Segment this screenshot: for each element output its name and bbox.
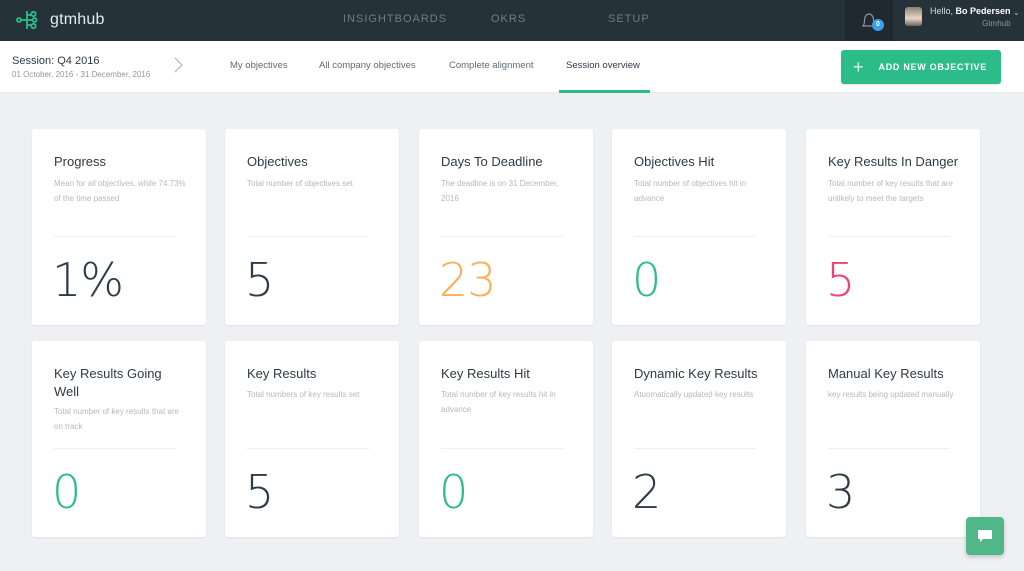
card-divider (828, 236, 950, 237)
card-key-results-hit[interactable]: Key Results Hit Total number of key resu… (419, 341, 593, 537)
card-title: Objectives (247, 154, 308, 169)
session-dates: 01 October, 2016 - 31 December, 2016 (12, 70, 151, 79)
card-title: Key Results (247, 366, 317, 381)
tab-all-company-objectives[interactable]: All company objectives (319, 60, 416, 71)
card-key-results-in-danger[interactable]: Key Results In Danger Total number of ke… (806, 129, 980, 325)
card-description: Total number of objectives hit in advanc… (634, 179, 747, 203)
chevron-down-icon: ⌄ (1013, 8, 1020, 17)
card-title: Objectives Hit (634, 154, 715, 169)
notifications-button[interactable]: 0 (845, 0, 893, 41)
card-manual-key-results[interactable]: Manual Key Results key results being upd… (806, 341, 980, 537)
active-tab-indicator (559, 90, 650, 93)
card-divider (247, 448, 369, 449)
card-title: Dynamic Key Results (634, 366, 758, 381)
card-description: The deadline is on 31 December, 2016 (441, 179, 559, 203)
card-progress[interactable]: Progress Mean for all objectives, while … (32, 129, 206, 325)
user-greeting: Hello, Bo Pedersen (930, 6, 1011, 16)
session-title: Session: Q4 2016 (12, 55, 100, 67)
brand-logo[interactable]: gtmhub (16, 8, 105, 32)
card-description: Total number of key results hit in advan… (441, 390, 556, 414)
card-description: Atuomatically updated key results (634, 390, 754, 399)
user-name: Bo Pedersen (955, 6, 1011, 16)
card-key-results[interactable]: Key Results Total numbers of key results… (225, 341, 399, 537)
card-divider (54, 236, 176, 237)
card-value: 0 (632, 253, 661, 307)
card-divider (441, 236, 563, 237)
card-value: 0 (52, 465, 81, 519)
chat-button[interactable] (966, 517, 1004, 555)
card-key-results-going-well[interactable]: Key Results Going Well Total number of k… (32, 341, 206, 537)
card-title: Key Results Going Well (54, 366, 162, 399)
card-divider (247, 236, 369, 237)
card-divider (441, 448, 563, 449)
card-value: 5 (245, 253, 274, 307)
top-navbar: gtmhub INSIGHTBOARDS OKRS SETUP 0 Hello,… (0, 0, 1024, 41)
card-description: key results being updated manually (828, 390, 954, 399)
nav-insightboards[interactable]: INSIGHTBOARDS (343, 13, 447, 25)
card-value: 23 (439, 253, 497, 307)
tab-complete-alignment[interactable]: Complete alignment (449, 60, 534, 71)
chevron-right-icon[interactable] (172, 55, 184, 75)
card-title: Manual Key Results (828, 366, 944, 381)
card-description: Total numbers of key results set (247, 390, 360, 399)
plus-icon: + (853, 57, 864, 77)
card-divider (828, 448, 950, 449)
tab-my-objectives[interactable]: My objectives (230, 60, 288, 71)
card-divider (54, 448, 176, 449)
card-dynamic-key-results[interactable]: Dynamic Key Results Atuomatically update… (612, 341, 786, 537)
nav-setup[interactable]: SETUP (608, 13, 650, 25)
card-description: Total number of key results that are on … (54, 407, 179, 431)
card-objectives-hit[interactable]: Objectives Hit Total number of objective… (612, 129, 786, 325)
card-title: Key Results In Danger (828, 154, 959, 169)
session-selector[interactable]: Session: Q4 2016 01 October, 2016 - 31 D… (12, 55, 150, 79)
card-days-to-deadline[interactable]: Days To Deadline The deadline is on 31 D… (419, 129, 593, 325)
card-value: 0 (439, 465, 468, 519)
gtmhub-logo-icon (16, 10, 38, 30)
card-divider (634, 448, 756, 449)
card-title: Progress (54, 154, 107, 169)
card-value: 3 (826, 465, 855, 519)
chat-bubble-icon (978, 529, 992, 542)
brand-name: gtmhub (50, 11, 105, 28)
tab-session-overview[interactable]: Session overview (566, 60, 640, 71)
card-title: Key Results Hit (441, 366, 530, 381)
avatar (905, 7, 922, 26)
add-new-objective-button[interactable]: + ADD NEW OBJECTIVE (841, 50, 1001, 84)
card-value: 2 (632, 465, 661, 519)
card-value: 5 (245, 465, 274, 519)
card-description: Total number of key results that are unl… (828, 179, 953, 203)
card-title: Days To Deadline (441, 154, 543, 169)
greeting-prefix: Hello, (930, 6, 956, 16)
user-org: Gtmhub (982, 19, 1011, 28)
user-menu[interactable]: Hello, Bo Pedersen Gtmhub ⌄ (905, 6, 1020, 28)
card-objectives[interactable]: Objectives Total number of objectives se… (225, 129, 399, 325)
nav-okrs[interactable]: OKRS (491, 13, 526, 25)
notification-count-badge: 0 (872, 19, 884, 31)
card-description: Mean for all objectives, while 74.73% of… (54, 179, 186, 203)
add-new-objective-label: ADD NEW OBJECTIVE (878, 62, 987, 72)
card-value: 5 (826, 253, 855, 307)
card-value: 1% (52, 253, 124, 307)
card-divider (634, 236, 756, 237)
card-description: Total number of objectives set (247, 179, 353, 188)
